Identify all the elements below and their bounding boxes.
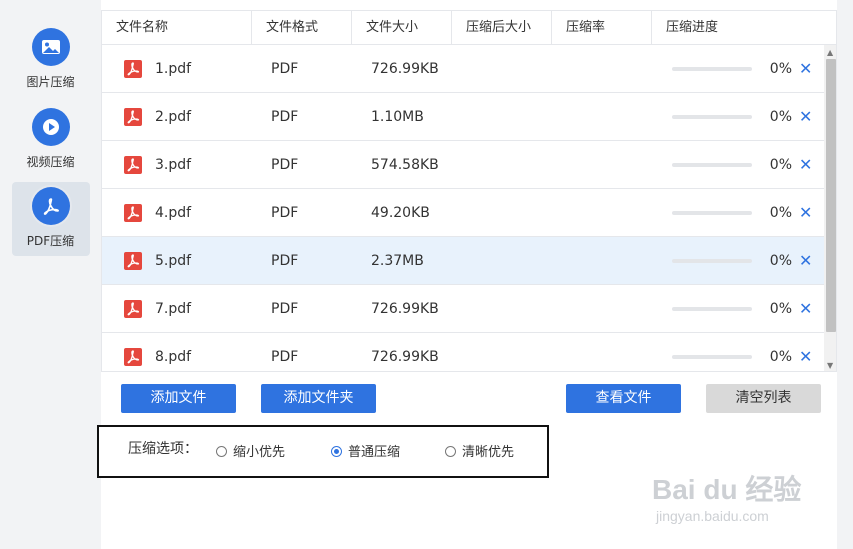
options-label: 压缩选项： (128, 441, 198, 457)
file-name: 2.pdf (155, 109, 192, 125)
right-edge (837, 0, 853, 549)
add-folder-button[interactable]: 添加文件夹 (261, 384, 376, 413)
progress-percent: 0% (769, 349, 792, 365)
file-size: 726.99KB (371, 61, 439, 77)
progress-bar (672, 163, 752, 167)
nav-label-pdf: PDF压缩 (26, 234, 75, 248)
file-format: PDF (271, 157, 299, 173)
clear-list-button[interactable]: 清空列表 (706, 384, 821, 413)
pdf-file-icon (124, 348, 142, 366)
baidu-jingyan-watermark: Bai du 经验 jingyan.baidu.com (652, 468, 812, 530)
pdf-file-icon (124, 300, 142, 318)
file-name: 3.pdf (155, 157, 192, 173)
add-file-button[interactable]: 添加文件 (121, 384, 236, 413)
nav-image-compress[interactable]: 图片压缩 (0, 28, 101, 90)
file-size: 1.10MB (371, 109, 424, 125)
pdf-file-icon (124, 156, 142, 174)
nav-label-image: 图片压缩 (26, 75, 75, 89)
image-icon (31, 28, 70, 66)
col-header-progress: 压缩进度 (666, 20, 719, 35)
col-header-name: 文件名称 (102, 11, 252, 45)
progress-bar (672, 307, 752, 311)
progress-bar (672, 115, 752, 119)
progress-bar (672, 355, 752, 359)
file-format: PDF (271, 109, 299, 125)
progress-percent: 0% (769, 61, 792, 77)
table-row[interactable]: 5.pdf PDF 2.37MB 0% ✕ (102, 237, 824, 285)
scroll-down-arrow[interactable]: ▼ (827, 361, 833, 370)
radio-label: 缩小优先 (233, 445, 286, 460)
progress-bar (672, 259, 752, 263)
pdf-file-icon (124, 108, 142, 126)
progress-bar (672, 211, 752, 215)
radio-normal-compress[interactable]: 普通压缩 (331, 441, 400, 460)
watermark-main: Bai du 经验 (652, 474, 802, 505)
file-size: 726.99KB (371, 349, 439, 365)
pdf-file-icon (124, 204, 142, 222)
radio-circle (216, 446, 227, 457)
table-row[interactable]: 1.pdf PDF 726.99KB 0% ✕ (102, 45, 824, 93)
progress-percent: 0% (769, 205, 792, 221)
sidebar: 图片压缩 视频压缩 PDF压缩 (0, 0, 101, 549)
delete-row-icon[interactable]: ✕ (799, 93, 812, 141)
file-name: 1.pdf (155, 61, 192, 77)
nav-video-compress[interactable]: 视频压缩 (0, 108, 101, 170)
delete-row-icon[interactable]: ✕ (799, 237, 812, 285)
file-size: 574.58KB (371, 157, 439, 173)
file-table: 文件名称 文件格式 文件大小 压缩后大小 压缩率 压缩进度 1.pdf PDF 72… (101, 10, 837, 372)
file-name: 8.pdf (155, 349, 192, 365)
progress-percent: 0% (769, 301, 792, 317)
pdf-file-icon (124, 252, 142, 270)
col-header-ratio: 压缩率 (552, 11, 652, 45)
radio-circle (445, 446, 456, 457)
progress-percent: 0% (769, 253, 792, 269)
radio-label: 清晰优先 (462, 445, 515, 460)
col-header-size: 文件大小 (352, 11, 452, 45)
scroll-thumb[interactable] (826, 59, 836, 332)
table-row[interactable]: 2.pdf PDF 1.10MB 0% ✕ (102, 93, 824, 141)
progress-percent: 0% (769, 109, 792, 125)
delete-row-icon[interactable]: ✕ (799, 333, 812, 371)
col-header-format: 文件格式 (252, 11, 352, 45)
scroll-up-arrow[interactable]: ▲ (827, 48, 833, 57)
progress-bar (672, 67, 752, 71)
file-format: PDF (271, 253, 299, 269)
table-row[interactable]: 8.pdf PDF 726.99KB 0% ✕ (102, 333, 824, 371)
file-size: 2.37MB (371, 253, 424, 269)
progress-percent: 0% (769, 157, 792, 173)
file-name: 4.pdf (155, 205, 192, 221)
nav-label-video: 视频压缩 (26, 155, 75, 169)
file-size: 726.99KB (371, 301, 439, 317)
pdf-file-icon (124, 60, 142, 78)
view-files-button[interactable]: 查看文件 (566, 384, 681, 413)
compression-options: 压缩选项： 缩小优先 普通压缩 清晰优先 (97, 425, 549, 478)
file-name: 7.pdf (155, 301, 192, 317)
radio-clarity-priority[interactable]: 清晰优先 (445, 441, 514, 460)
delete-row-icon[interactable]: ✕ (799, 141, 812, 189)
file-size: 49.20KB (371, 205, 430, 221)
file-format: PDF (271, 349, 299, 365)
col-header-compressed-size: 压缩后大小 (452, 11, 552, 45)
delete-row-icon[interactable]: ✕ (799, 285, 812, 333)
delete-row-icon[interactable]: ✕ (799, 189, 812, 237)
radio-circle-selected (331, 446, 342, 457)
nav-pdf-compress[interactable]: PDF压缩 (0, 187, 101, 249)
file-name: 5.pdf (155, 253, 192, 269)
file-format: PDF (271, 205, 299, 221)
delete-row-icon[interactable]: ✕ (799, 45, 812, 93)
table-header: 文件名称 文件格式 文件大小 压缩后大小 压缩率 压缩进度 (102, 11, 836, 45)
radio-shrink-priority[interactable]: 缩小优先 (216, 441, 285, 460)
table-scrollbar[interactable]: ▲ ▼ (824, 45, 836, 371)
play-icon (31, 108, 70, 146)
table-row[interactable]: 4.pdf PDF 49.20KB 0% ✕ (102, 189, 824, 237)
watermark-sub: jingyan.baidu.com (656, 508, 769, 524)
table-row[interactable]: 3.pdf PDF 574.58KB 0% ✕ (102, 141, 824, 189)
pdf-acrobat-icon (31, 187, 70, 225)
file-format: PDF (271, 61, 299, 77)
radio-label: 普通压缩 (348, 445, 401, 460)
table-row[interactable]: 7.pdf PDF 726.99KB 0% ✕ (102, 285, 824, 333)
file-format: PDF (271, 301, 299, 317)
